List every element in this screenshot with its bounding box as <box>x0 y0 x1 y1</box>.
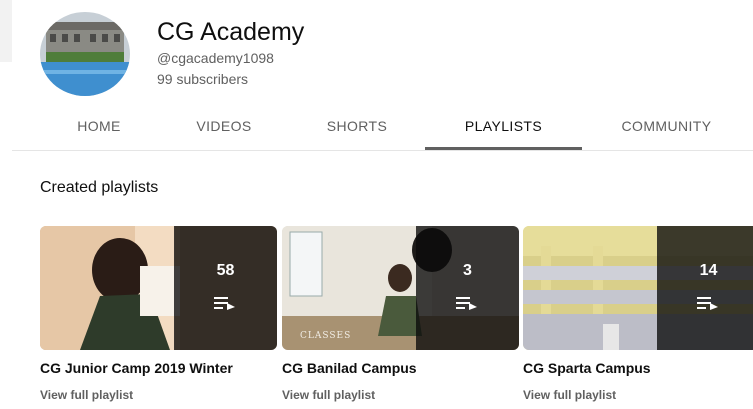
tab-playlists[interactable]: PLAYLISTS <box>425 104 582 150</box>
svg-text:CLASSES: CLASSES <box>300 331 351 341</box>
section-title: Created playlists <box>40 179 159 196</box>
tab-community[interactable]: COMMUNITY <box>606 104 727 148</box>
playlist-card[interactable]: 58 CG Junior Camp 2019 Winter View full … <box>40 226 277 402</box>
playlist-overlay: 58 <box>174 226 277 350</box>
playlist-card[interactable]: 14 CG Sparta Campus View full playlist <box>523 226 753 402</box>
view-full-playlist-link[interactable]: View full playlist <box>282 388 519 402</box>
playlist-overlay: 14 <box>657 226 753 350</box>
tab-videos[interactable]: VIDEOS <box>174 104 274 148</box>
playlist-icon <box>697 297 718 310</box>
playlist-icon <box>456 297 477 310</box>
channel-avatar[interactable] <box>40 12 130 96</box>
channel-handle: @cgacademy1098 <box>157 50 274 66</box>
view-full-playlist-link[interactable]: View full playlist <box>40 388 277 402</box>
channel-name: CG Academy <box>157 18 305 46</box>
view-full-playlist-link[interactable]: View full playlist <box>523 388 753 402</box>
playlist-thumbnail[interactable]: 14 <box>523 226 753 350</box>
playlist-thumbnail[interactable]: 58 <box>40 226 277 350</box>
left-edge-panel <box>0 0 12 62</box>
playlist-thumbnail[interactable]: CLASSES 3 <box>282 226 519 350</box>
subscriber-count: 99 subscribers <box>157 71 249 87</box>
tab-shorts[interactable]: SHORTS <box>306 104 408 148</box>
playlist-icon <box>214 297 235 310</box>
playlist-title[interactable]: CG Junior Camp 2019 Winter <box>40 360 277 376</box>
channel-tabs: HOME VIDEOS SHORTS PLAYLISTS COMMUNITY <box>12 104 753 151</box>
playlist-card[interactable]: CLASSES 3 CG Banilad Campus View full pl… <box>282 226 519 402</box>
video-count: 58 <box>216 262 235 279</box>
video-count: 3 <box>463 262 472 279</box>
tab-home[interactable]: HOME <box>48 104 150 148</box>
video-count: 14 <box>699 262 718 279</box>
playlist-overlay: 3 <box>416 226 519 350</box>
playlist-title[interactable]: CG Sparta Campus <box>523 360 753 376</box>
playlist-title[interactable]: CG Banilad Campus <box>282 360 519 376</box>
